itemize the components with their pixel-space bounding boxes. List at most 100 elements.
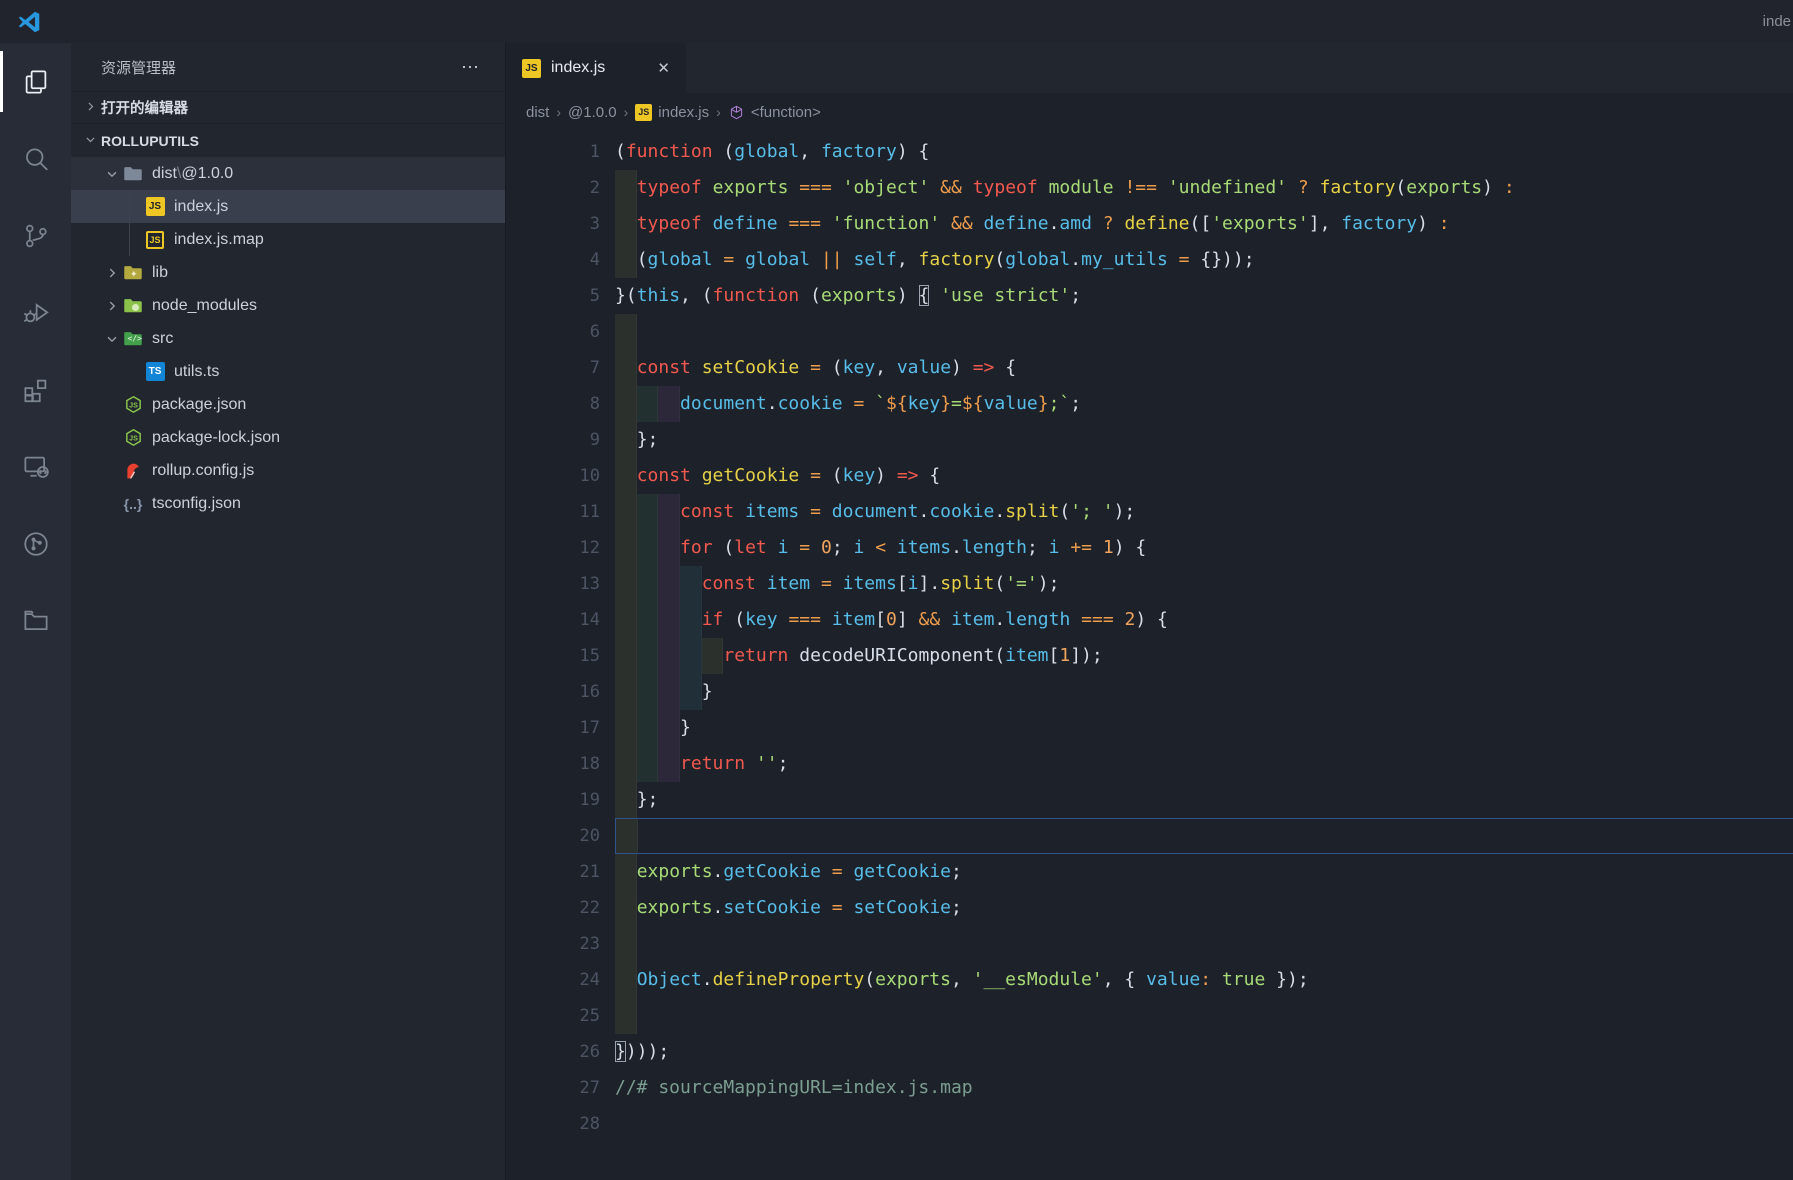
code-line-6[interactable]: 6 [506, 314, 1793, 350]
line-number[interactable]: 5 [506, 278, 600, 314]
code-line-26[interactable]: 26}))); [506, 1034, 1793, 1070]
activity-git-graph[interactable] [0, 505, 71, 582]
line-number[interactable]: 2 [506, 170, 600, 206]
token: ); [1113, 501, 1136, 522]
line-number[interactable]: 22 [506, 890, 600, 926]
code-line-20[interactable]: 20 [506, 818, 1793, 854]
code-line-5[interactable]: 5}(this, (function (exports) { 'use stri… [506, 278, 1793, 314]
token: 'undefined' [1167, 177, 1288, 198]
tree-item-lib[interactable]: ✦ lib [71, 256, 505, 289]
code-line-4[interactable]: 4 (global = global || self, factory(glob… [506, 242, 1793, 278]
code-line-13[interactable]: 13 const item = items[i].split('='); [506, 566, 1793, 602]
line-number[interactable]: 19 [506, 782, 600, 818]
line-number[interactable]: 16 [506, 674, 600, 710]
line-number[interactable]: 12 [506, 530, 600, 566]
activity-search[interactable] [0, 120, 71, 197]
tree-item-package.json[interactable]: JS package.json [71, 388, 505, 421]
code-line-1[interactable]: 1 (function (global, factory) { [506, 134, 1793, 170]
code-line-25[interactable]: 25 [506, 998, 1793, 1034]
code-line-14[interactable]: 14 if (key === item[0] && item.length ==… [506, 602, 1793, 638]
code-line-2[interactable]: 2 typeof exports === 'object' && typeof … [506, 170, 1793, 206]
token: ( [712, 537, 735, 558]
workbench: 资源管理器 ⋯ 打开的编辑器 ROLLUPUTILS dist \ @1.0.0… [0, 43, 1793, 1180]
code-line-11[interactable]: 11 const items = document.cookie.split('… [506, 494, 1793, 530]
activity-explorer[interactable] [0, 43, 71, 120]
token: factory [918, 249, 995, 270]
code-editor[interactable]: 1 (function (global, factory) {2 typeof e… [506, 131, 1793, 1180]
line-number[interactable]: 17 [506, 710, 600, 746]
tab-index-js[interactable]: JS index.js ✕ [506, 43, 686, 93]
activity-source-control[interactable] [0, 197, 71, 274]
code-line-24[interactable]: 24 Object.defineProperty(exports, '__esM… [506, 962, 1793, 998]
line-number[interactable]: 15 [506, 638, 600, 674]
tree-item-package-lock.json[interactable]: JS package-lock.json [71, 421, 505, 454]
line-number[interactable]: 9 [506, 422, 600, 458]
line-number[interactable]: 26 [506, 1034, 600, 1070]
code-line-12[interactable]: 12 for (let i = 0; i < items.length; i +… [506, 530, 1793, 566]
more-actions-icon[interactable]: ⋯ [461, 58, 481, 76]
tree-item-index.js.map[interactable]: JS index.js.map [71, 223, 505, 256]
token: getCookie [723, 861, 821, 882]
tree-item-label: package-lock.json [152, 428, 281, 446]
activity-extensions[interactable] [0, 351, 71, 428]
code-line-27[interactable]: 27 //# sourceMappingURL=index.js.map [506, 1070, 1793, 1106]
code-line-28[interactable]: 28 [506, 1106, 1793, 1142]
line-number[interactable]: 25 [506, 998, 600, 1034]
section-rolluputils[interactable]: ROLLUPUTILS [71, 124, 505, 157]
code-line-22[interactable]: 22 exports.setCookie = setCookie; [506, 890, 1793, 926]
breadcrumb-dist[interactable]: dist [526, 104, 549, 121]
code-line-15[interactable]: 15 return decodeURIComponent(item[1]); [506, 638, 1793, 674]
code-line-7[interactable]: 7 const setCookie = (key, value) => { [506, 350, 1793, 386]
breadcrumb-version[interactable]: @1.0.0 [568, 104, 617, 121]
line-number[interactable]: 21 [506, 854, 600, 890]
code-line-16[interactable]: 16 } [506, 674, 1793, 710]
line-number[interactable]: 3 [506, 206, 600, 242]
section-open-editors[interactable]: 打开的编辑器 [71, 91, 505, 124]
code-line-21[interactable]: 21 exports.getCookie = getCookie; [506, 854, 1793, 890]
code-line-17[interactable]: 17 } [506, 710, 1793, 746]
breadcrumb-file[interactable]: JS index.js [635, 103, 709, 121]
activity-project-manager[interactable] [0, 582, 71, 659]
line-number[interactable]: 4 [506, 242, 600, 278]
code-line-18[interactable]: 18 return ''; [506, 746, 1793, 782]
code-line-3[interactable]: 3 typeof define === 'function' && define… [506, 206, 1793, 242]
line-number[interactable]: 18 [506, 746, 600, 782]
code-line-23[interactable]: 23 [506, 926, 1793, 962]
tree-item-src[interactable]: </> src [71, 322, 505, 355]
line-number[interactable]: 11 [506, 494, 600, 530]
tree-item-rollup.config.js[interactable]: rollup.config.js [71, 454, 505, 487]
token: key [745, 609, 778, 630]
code-line-9[interactable]: 9 }; [506, 422, 1793, 458]
line-number[interactable]: 28 [506, 1106, 600, 1142]
tree-item-dist[interactable]: dist \ @1.0.0 [71, 157, 505, 190]
activity-remote-explorer[interactable] [0, 428, 71, 505]
line-number[interactable]: 23 [506, 926, 600, 962]
activity-run-debug[interactable] [0, 274, 71, 351]
tree-item-utils.ts[interactable]: TS utils.ts [71, 355, 505, 388]
code-line-8[interactable]: 8 document.cookie = `${key}=${value};`; [506, 386, 1793, 422]
line-number[interactable]: 1 [506, 134, 600, 170]
code-line-19[interactable]: 19 }; [506, 782, 1793, 818]
tree-item-node_modules[interactable]: node_modules [71, 289, 505, 322]
line-number[interactable]: 27 [506, 1070, 600, 1106]
line-number[interactable]: 20 [506, 818, 600, 854]
line-number[interactable]: 6 [506, 314, 600, 350]
line-number[interactable]: 10 [506, 458, 600, 494]
code-text: }; [615, 429, 659, 450]
token: += [1070, 537, 1092, 558]
line-number[interactable]: 13 [506, 566, 600, 602]
line-number[interactable]: 14 [506, 602, 600, 638]
line-number[interactable]: 8 [506, 386, 600, 422]
breadcrumb-symbol[interactable]: <function> [728, 104, 821, 121]
tree-item-tsconfig.json[interactable]: {..} tsconfig.json [71, 487, 505, 520]
token: exports [636, 861, 713, 882]
code-line-10[interactable]: 10 const getCookie = (key) => { [506, 458, 1793, 494]
close-icon[interactable]: ✕ [653, 57, 674, 79]
line-number[interactable]: 24 [506, 962, 600, 998]
line-number[interactable]: 7 [506, 350, 600, 386]
tree-item-index.js[interactable]: JS index.js [71, 190, 505, 223]
